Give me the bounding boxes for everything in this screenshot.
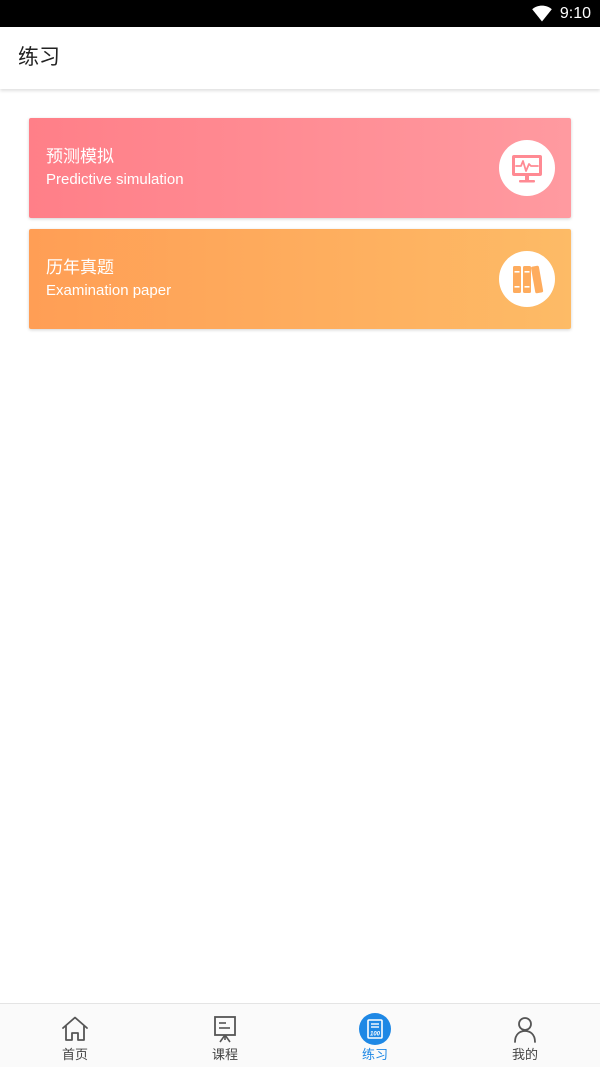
- app-header: 练习: [0, 27, 600, 89]
- status-bar: 9:10: [0, 0, 600, 27]
- nav-label: 首页: [61, 1048, 88, 1063]
- card-title: 预测模拟: [46, 147, 114, 167]
- svg-text:100: 100: [370, 1032, 381, 1038]
- bottom-nav: 首页 课程 100 练习 我的: [0, 1003, 600, 1067]
- practice-content: 预测模拟 Predictive simulation 历年真题 Examinat…: [0, 89, 600, 1003]
- monitor-pulse-icon: [499, 140, 555, 196]
- nav-item-me[interactable]: 我的: [450, 1004, 600, 1067]
- wifi-icon: [532, 5, 552, 22]
- card-title: 历年真题: [46, 258, 114, 278]
- predictive-simulation-card[interactable]: 预测模拟 Predictive simulation: [29, 118, 571, 218]
- page-title: 练习: [18, 45, 60, 69]
- nav-label: 课程: [211, 1048, 238, 1063]
- status-time: 9:10: [559, 5, 591, 22]
- nav-item-courses[interactable]: 课程: [150, 1004, 300, 1067]
- score-100-icon: 100: [359, 1013, 391, 1045]
- nav-item-home[interactable]: 首页: [0, 1004, 150, 1067]
- nav-label: 我的: [511, 1048, 538, 1063]
- practice-screen: 9:10 练习 预测模拟 Predictive simulation 历年真题 …: [0, 0, 600, 1067]
- card-subtitle: Examination paper: [46, 282, 172, 299]
- nav-item-practice[interactable]: 100 练习: [300, 1004, 450, 1067]
- home-icon: [59, 1013, 91, 1045]
- card-subtitle: Predictive simulation: [46, 171, 184, 188]
- books-icon: [499, 251, 555, 307]
- user-icon: [509, 1013, 541, 1045]
- nav-label: 练习: [361, 1048, 388, 1063]
- examination-paper-card[interactable]: 历年真题 Examination paper: [29, 229, 571, 329]
- presentation-board-icon: [209, 1013, 241, 1045]
